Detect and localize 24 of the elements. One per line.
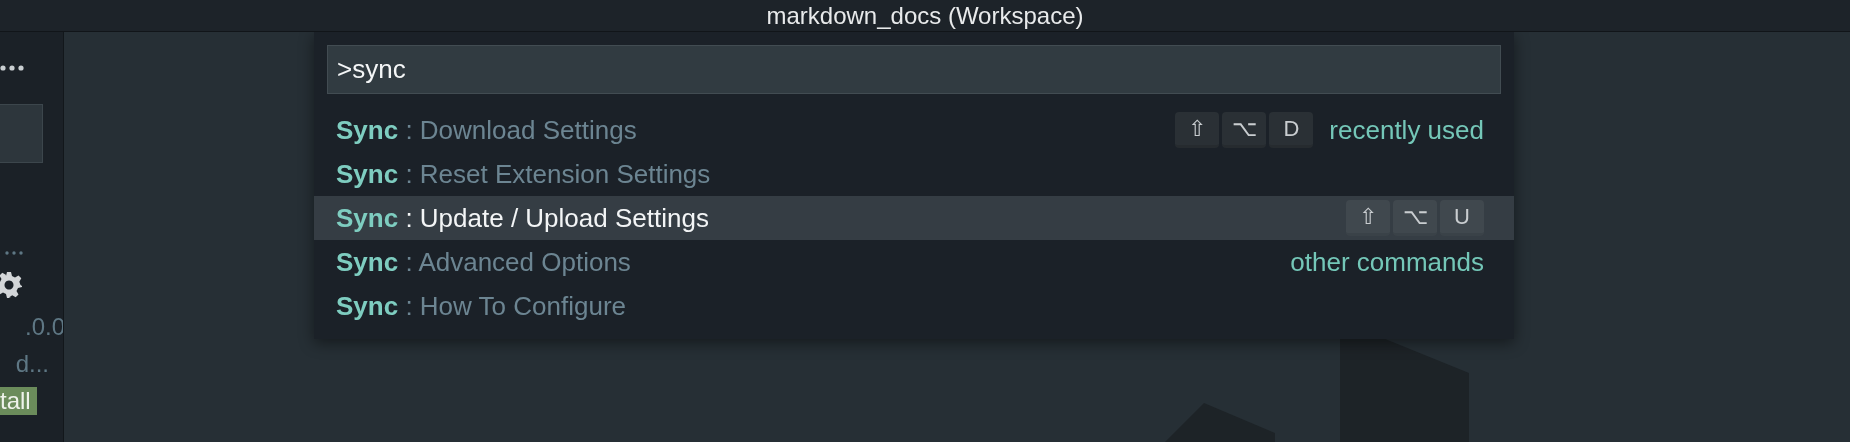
command-label: Sync : How To Configure <box>336 290 626 322</box>
window-title: markdown_docs (Workspace) <box>766 1 1084 30</box>
keycap: ⇧ <box>1175 112 1220 148</box>
description-text: d... <box>15 350 49 378</box>
group-label: recently used <box>1329 114 1484 146</box>
keycap: ⌥ <box>1222 112 1267 148</box>
command-item[interactable]: Sync : How To Configure <box>314 284 1514 328</box>
command-item[interactable]: Sync : Download Settings ⇧ ⌥ D recently used <box>314 108 1514 152</box>
more-icon[interactable] <box>0 65 24 71</box>
keycap: U <box>1440 200 1484 236</box>
group-label: other commands <box>1290 246 1484 278</box>
command-item[interactable]: Sync : Advanced Options other commands <box>314 240 1514 284</box>
command-label: Sync : Download Settings <box>336 114 637 146</box>
command-item[interactable]: Sync : Update / Upload Settings ⇧ ⌥ U <box>314 196 1514 240</box>
command-input[interactable]: >sync <box>327 45 1501 94</box>
keycap: ⇧ <box>1346 200 1390 236</box>
keycap: D <box>1269 112 1314 148</box>
command-label: Sync : Update / Upload Settings <box>336 202 709 234</box>
settings-icon[interactable] <box>0 271 23 299</box>
command-label: Sync : Advanced Options <box>336 246 631 278</box>
command-label: Sync : Reset Extension Settings <box>336 158 711 190</box>
keycap: ⌥ <box>1393 200 1437 236</box>
sidebar-panel <box>0 104 43 163</box>
command-item[interactable]: Sync : Reset Extension Settings <box>314 152 1514 196</box>
